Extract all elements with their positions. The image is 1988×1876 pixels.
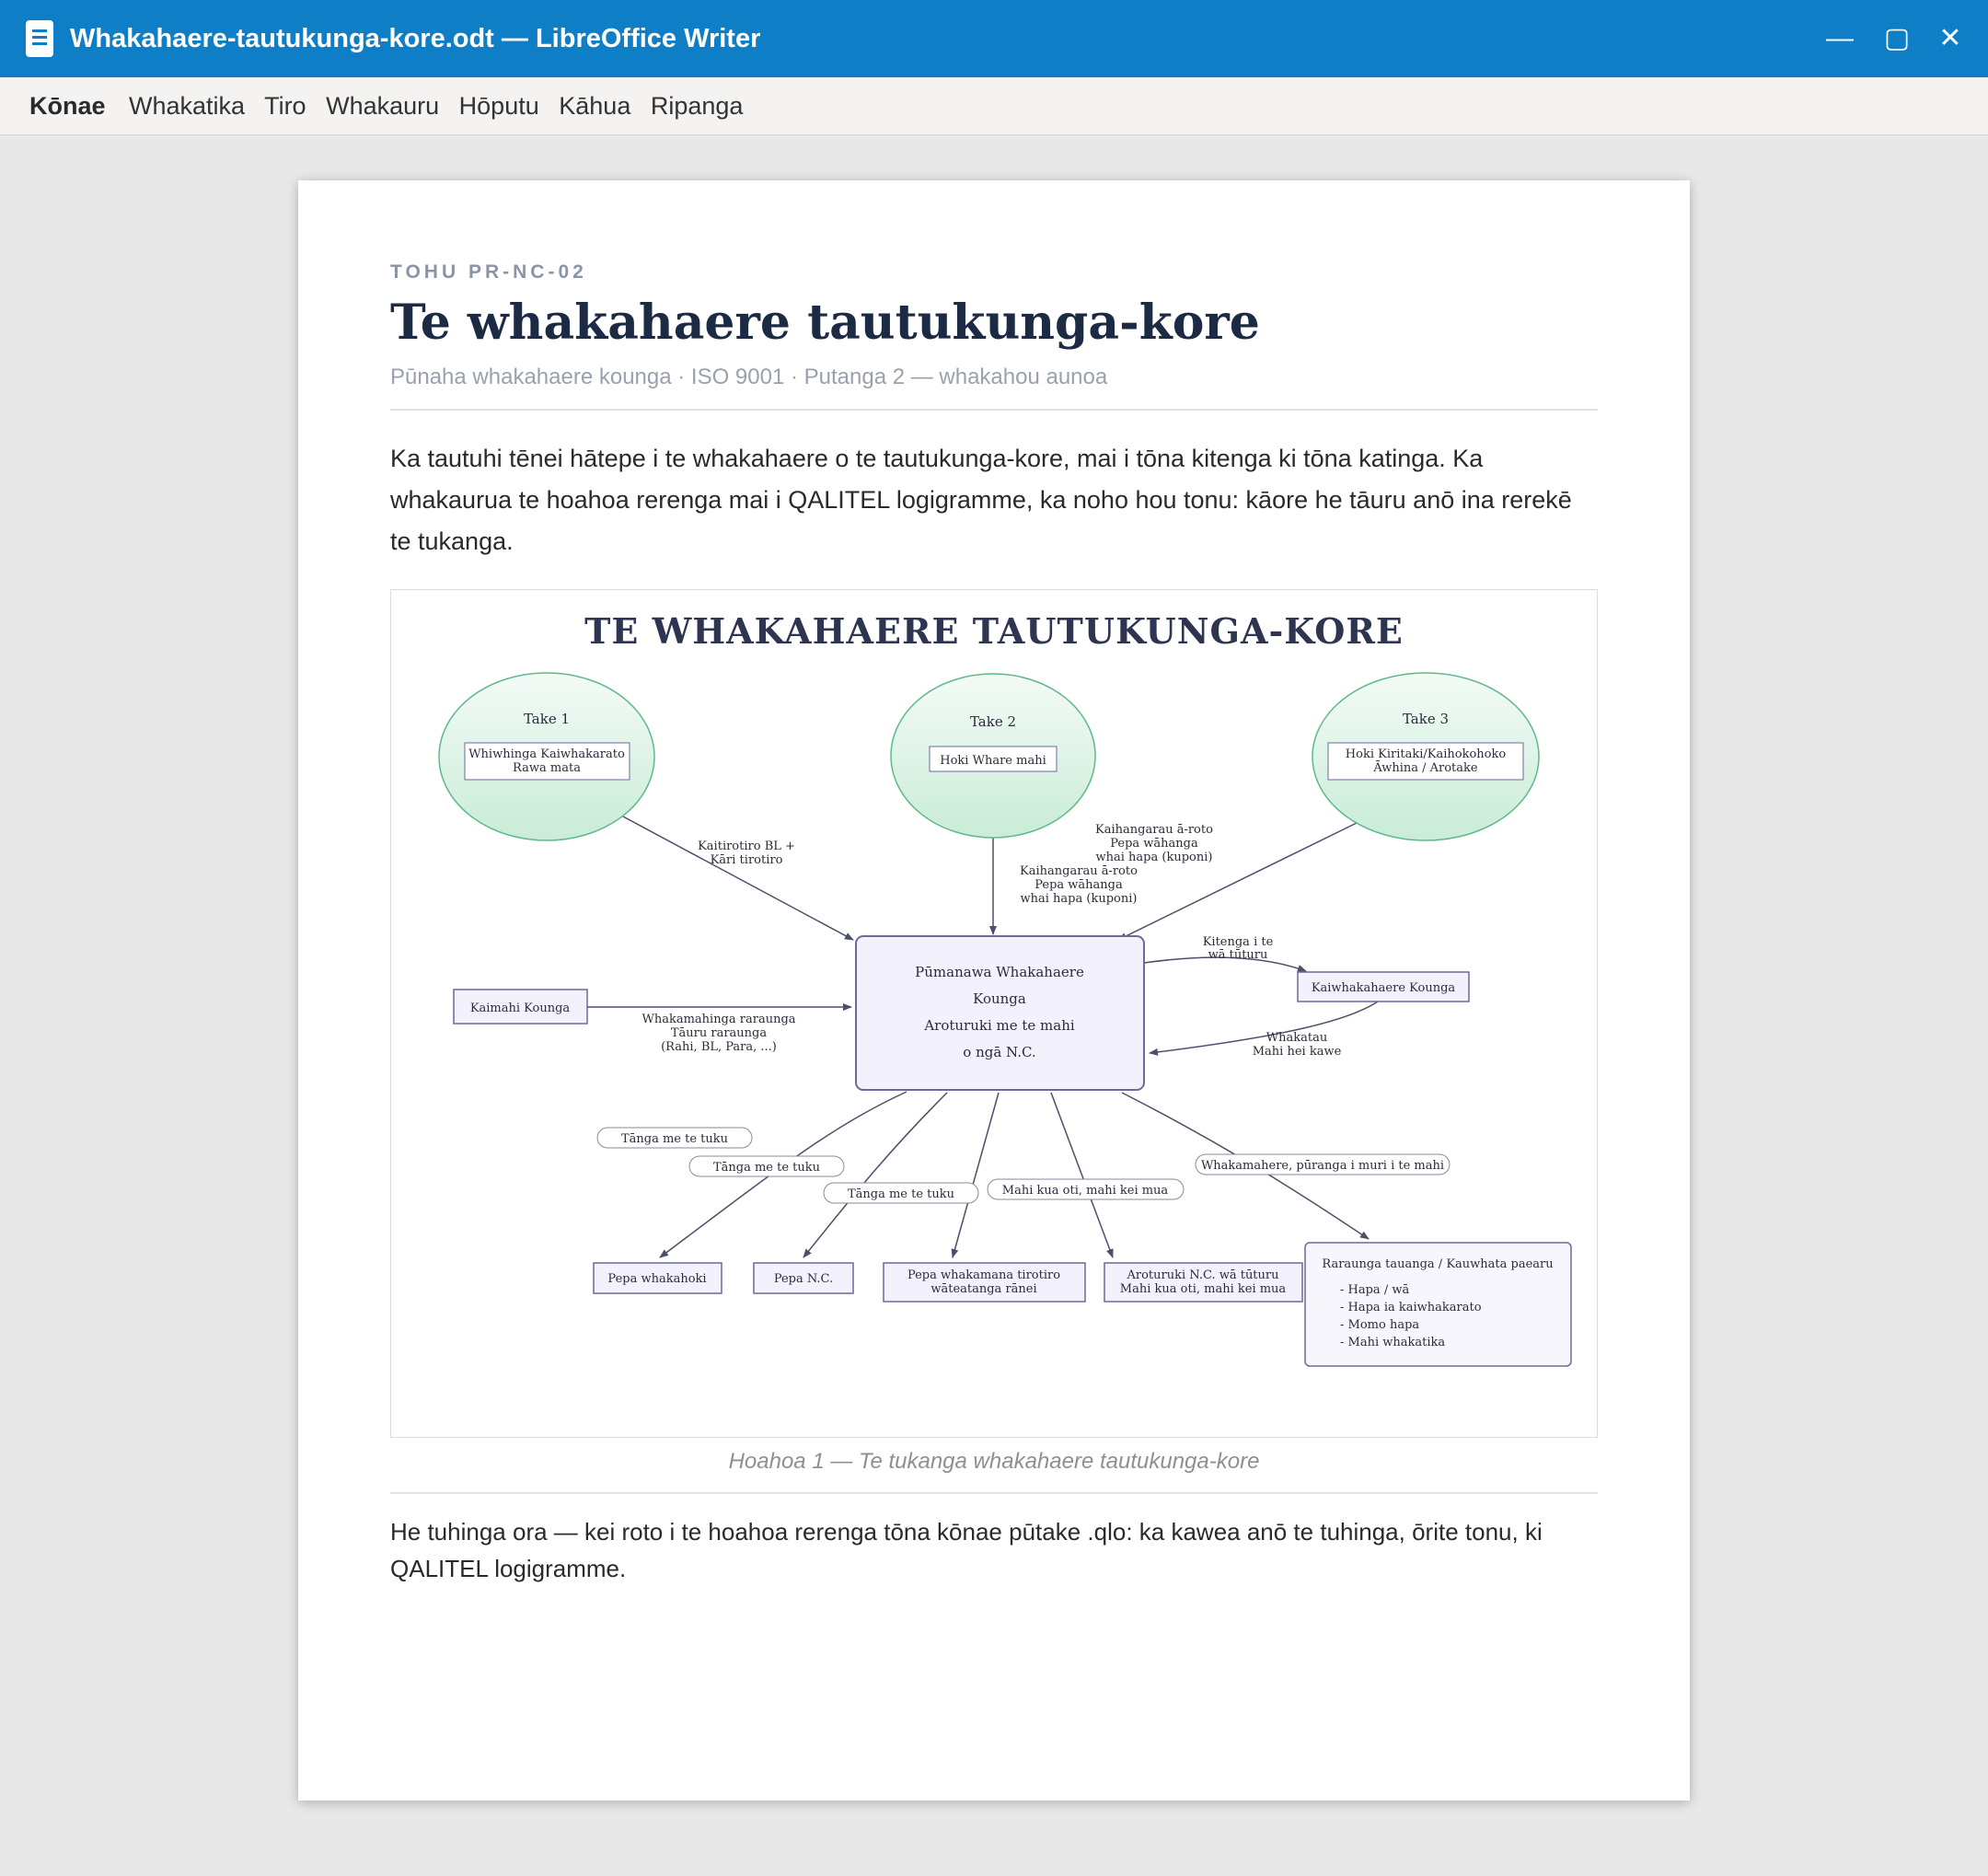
menu-items: Whakatika Tiro Whakauru Hōputu Kāhua Rip…	[129, 77, 756, 134]
output-label: Pepa whakahoki	[607, 1272, 706, 1286]
step-3-box-line-1: Hoki Kiritaki/Kaihokohoko	[1346, 747, 1507, 761]
menu-bar: Kōnae Whakatika Tiro Whakauru Hōputu Kāh…	[0, 77, 1988, 135]
output-node-3[interactable]: Pepa whakamana tirotiro wāteatanga rānei	[883, 1262, 1086, 1303]
report-item: - Momo hapa	[1340, 1318, 1419, 1332]
document-subtitle: Pūnaha whakahaere kounga · ISO 9001 · Pu…	[390, 365, 1108, 389]
arrow-output-3	[951, 1092, 1000, 1258]
edge-label-line: Pepa wāhanga	[1034, 878, 1123, 892]
step-1-box-line-2: Rawa mata	[513, 761, 581, 775]
step-1-label: Take 1	[524, 711, 570, 727]
edge-label-line: whai hapa (kuponi)	[1021, 892, 1138, 906]
menu-item-ripanga[interactable]: Ripanga	[651, 92, 744, 120]
edge-label-line: whai hapa (kuponi)	[1096, 851, 1213, 864]
pill-1: Tānga me te tuku	[596, 1127, 753, 1149]
left-actor-label: Kaimahi Kounga	[470, 1002, 571, 1015]
output-label-line-2: Mahi kua oti, mahi kei mua	[1120, 1282, 1287, 1296]
intro-paragraph: Ka tautuhi tēnei hātepe i te whakahaere …	[390, 445, 1572, 555]
pill-3: Tānga me te tuku	[823, 1182, 979, 1204]
minimize-button[interactable]: —	[1817, 0, 1863, 77]
pill-4: Mahi kua oti, mahi kei mua	[987, 1178, 1185, 1200]
edge-label-line: Kaihangarau ā-roto	[1095, 823, 1213, 837]
edge-label-step1: Kaitirotiro BL + Kāri tirotiro	[698, 840, 795, 867]
left-actor-node[interactable]: Kaimahi Kounga	[453, 989, 588, 1025]
edge-label-line: Whakamahinga raraunga	[641, 1013, 795, 1026]
output-node-4[interactable]: Aroturuki N.C. wā tūturu Mahi kua oti, m…	[1104, 1262, 1303, 1303]
pill-label: Tānga me te tuku	[848, 1187, 954, 1201]
output-node-2[interactable]: Pepa N.C.	[753, 1262, 854, 1294]
edge-label-step2: Kaihangarau ā-roto Pepa wāhanga whai hap…	[1020, 864, 1138, 906]
document-icon	[26, 20, 53, 57]
pill-label: Whakamahere, pūranga i muri i te mahi	[1201, 1159, 1444, 1173]
central-line-1: Pūmanawa Whakahaere	[915, 964, 1084, 980]
arrow-step1	[622, 816, 854, 941]
edge-label-step3: Kaihangarau ā-roto Pepa wāhanga whai hap…	[1095, 823, 1213, 864]
central-line-4: o ngā N.C.	[963, 1044, 1035, 1060]
flow-diagram-figure[interactable]: TE WHAKAHAERE TAUTUKUNGA-KORE Take 1 Whi…	[390, 589, 1598, 1438]
document-page[interactable]: TOHU PR-NC-02 Te whakahaere tautukunga-k…	[298, 180, 1690, 1801]
output-label-line-1: Aroturuki N.C. wā tūturu	[1127, 1268, 1279, 1282]
report-node[interactable]: Raraunga tauanga / Kauwhata paearu - Hap…	[1304, 1242, 1572, 1367]
report-item: - Hapa ia kaiwhakarato	[1340, 1301, 1482, 1314]
divider	[390, 1492, 1598, 1494]
edge-label-left: Whakamahinga raraunga Tāuru raraunga (Ra…	[641, 1013, 795, 1054]
menu-item-tiro[interactable]: Tiro	[264, 92, 306, 120]
divider	[390, 409, 1598, 411]
window-title: Whakahaere-tautukunga-kore.odt — LibreOf…	[70, 24, 761, 53]
edge-label-line: Pepa wāhanga	[1110, 837, 1198, 851]
step-3-box-line-2: Āwhina / Arotake	[1372, 760, 1478, 775]
output-node-1[interactable]: Pepa whakahoki	[593, 1262, 722, 1294]
central-line-3: Aroturuki me te mahi	[923, 1017, 1075, 1034]
edge-label-line: Tāuru raraunga	[671, 1026, 768, 1040]
edge-label-line: Kaihangarau ā-roto	[1020, 864, 1138, 878]
step-3-label: Take 3	[1403, 711, 1449, 727]
edge-label-line: (Rahi, BL, Para, ...)	[661, 1040, 777, 1054]
pill-2: Tānga me te tuku	[688, 1155, 845, 1177]
report-item: - Mahi whakatika	[1340, 1336, 1445, 1349]
menu-item-konae[interactable]: Kōnae	[29, 77, 106, 134]
menu-item-whakauru[interactable]: Whakauru	[326, 92, 439, 120]
step-1-node[interactable]: Take 1 Whiwhinga Kaiwhakarato Rawa mata	[438, 672, 655, 841]
document-title: Te whakahaere tautukunga-kore	[390, 295, 1260, 351]
output-label-line-2: wāteatanga rānei	[930, 1282, 1036, 1296]
menu-item-hoputu[interactable]: Hōputu	[459, 92, 539, 120]
maximize-button[interactable]: ▢	[1874, 0, 1920, 77]
right-actor-node[interactable]: Kaiwhakahaere Kounga	[1297, 971, 1470, 1002]
close-button[interactable]: ✕	[1927, 0, 1973, 77]
pill-label: Tānga me te tuku	[621, 1132, 728, 1146]
menu-item-kahua[interactable]: Kāhua	[559, 92, 630, 120]
pill-label: Tānga me te tuku	[713, 1161, 820, 1175]
edge-label-to-right: Kitenga i te wā tūturu	[1203, 935, 1274, 962]
central-line-2: Kounga	[973, 990, 1026, 1007]
pill-label: Mahi kua oti, mahi kei mua	[1002, 1184, 1169, 1198]
step-2-box-line-1: Hoki Whare mahi	[940, 754, 1046, 768]
step-2-node[interactable]: Take 2 Hoki Whare mahi	[890, 673, 1096, 839]
step-3-node[interactable]: Take 3 Hoki Kiritaki/Kaihokohoko Āwhina …	[1312, 672, 1540, 841]
output-label: Pepa N.C.	[774, 1272, 833, 1286]
figure-caption: Hoahoa 1 — Te tukanga whakahaere tautuku…	[728, 1449, 1260, 1474]
report-title: Raraunga tauanga / Kauwhata paearu	[1322, 1257, 1553, 1271]
right-actor-label: Kaiwhakahaere Kounga	[1312, 981, 1456, 995]
central-box	[855, 935, 1145, 1091]
output-label-line-1: Pepa whakamana tirotiro	[907, 1268, 1060, 1282]
pill-5: Whakamahere, pūranga i muri i te mahi	[1195, 1153, 1451, 1175]
edge-label-from-right: Whakatau Mahi hei kawe	[1253, 1031, 1342, 1059]
footer-paragraph: He tuhinga ora — kei roto i te hoahoa re…	[390, 1518, 1543, 1582]
step-2-label: Take 2	[970, 713, 1016, 730]
edge-label-line: Whakatau	[1266, 1031, 1327, 1045]
title-bar: Whakahaere-tautukunga-kore.odt — LibreOf…	[0, 0, 1988, 77]
edge-label-line: Kitenga i te	[1203, 935, 1274, 949]
report-item: - Hapa / wā	[1340, 1283, 1409, 1297]
edge-label-line: wā tūturu	[1208, 948, 1268, 962]
central-node[interactable]: Pūmanawa Whakahaere Kounga Aroturuki me …	[855, 935, 1145, 1091]
edge-label-line: Mahi hei kawe	[1253, 1045, 1342, 1059]
step-1-box-line-1: Whiwhinga Kaiwhakarato	[468, 747, 625, 761]
arrow-output-4	[1050, 1092, 1114, 1258]
edge-label-line: Kaitirotiro BL +	[698, 840, 795, 853]
document-reference: TOHU PR-NC-02	[390, 261, 587, 283]
edge-label-line: Kāri tirotiro	[711, 853, 783, 867]
diagram-title: TE WHAKAHAERE TAUTUKUNGA-KORE	[584, 610, 1404, 652]
flow-diagram: TE WHAKAHAERE TAUTUKUNGA-KORE Take 1 Whi…	[438, 610, 1572, 1367]
menu-item-whakatika[interactable]: Whakatika	[129, 92, 245, 120]
